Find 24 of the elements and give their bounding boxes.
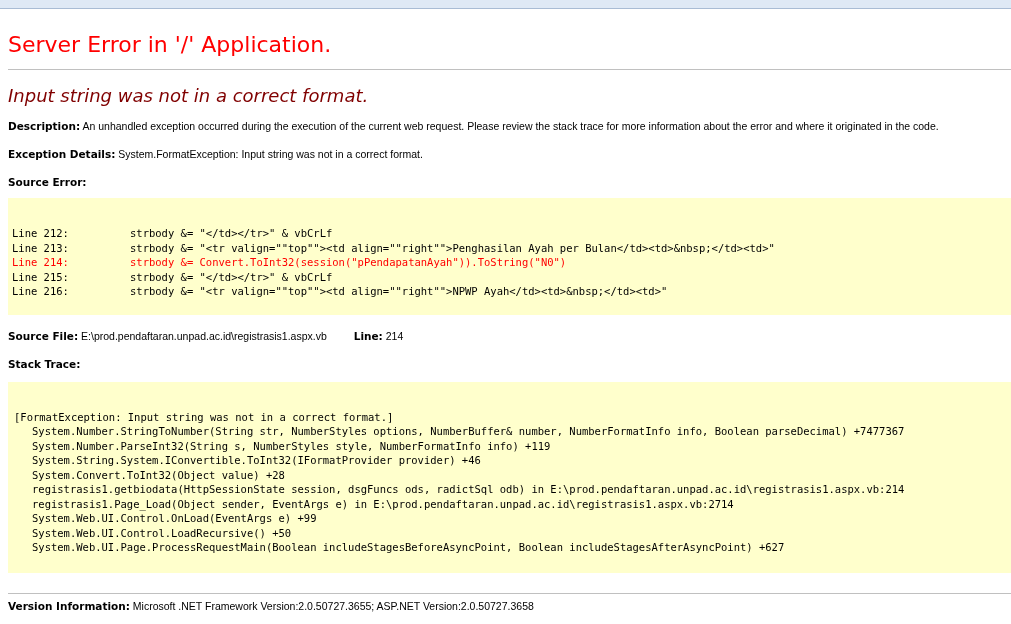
source-file-text: Source File: E:\prod.pendaftaran.unpad.ac.id\registrasis1.aspx.vb (8, 329, 327, 342)
line-number-text: Line: 214 (353, 329, 404, 342)
code-line: Line 213: strbody &= "<tr valign=""top""><td align=""right"">Penghasilan Ayah per Bulan</td><td>&nbsp;</td><td>" (12, 240, 776, 255)
code-line: Line 214: strbody &= Convert.ToInt32(session("pPendapatanAyah")).ToString("N0") (12, 255, 568, 270)
stack-frame: System.Web.UI.Control.LoadRecursive() +50 (14, 525, 1011, 540)
stack-frame: System.Number.StringToNumber(String str, NumberStyles options, NumberBuffer& number, NumberFormatInfo info, Boolean parseDecimal) +7477367 (14, 424, 1011, 439)
error-title: Server Error in '/' Application. (8, 31, 333, 59)
stack-frame: registrasis1.getbiodata(HttpSessionState session, dsgFuncs ods, radictSql odb) in E:\prod.pendaftaran.unpad.ac.id\registrasis1.aspx.vb:214 (14, 482, 1011, 497)
code-line: Line 216: strbody &= "<tr valign=""top""><td align=""right"">NPWP Ayah</td><td>&nbsp;</td><td>" (12, 284, 669, 299)
exception-details-text: Exception Details: System.FormatException: Input string was not in a correct format. (8, 147, 424, 162)
stack-frame: System.Convert.ToInt32(Object value) +28 (14, 467, 1011, 482)
stack-frame: System.Web.UI.Control.OnLoad(EventArgs e) +99 (14, 511, 1011, 526)
description-text: Description: An unhandled exception occurred during the execution of the current web request. Please review the stack trace for more information about the error and where it originated in the code. (8, 119, 940, 134)
code-line: Line 215: strbody &= "</td></tr>" & vbCrLf (12, 269, 334, 284)
section-heading: Stack Trace: (8, 356, 82, 372)
exception-line: [FormatException: Input string was not in a correct format.] (14, 409, 395, 424)
stack-frame: System.String.System.IConvertible.ToInt32(IFormatProvider provider) +46 (14, 453, 1011, 468)
stack-frame: registrasis1.Page_Load(Object sender, EventArgs e) in E:\prod.pendaftaran.unpad.ac.id\registrasis1.aspx.vb:2714 (14, 496, 1011, 511)
version-info-text: Version Information: Microsoft .NET Framework Version:2.0.50727.3655; ASP.NET Version:2.0.50727.3658 (8, 598, 535, 614)
code-line: Line 212: strbody &= "</td></tr>" & vbCrLf (12, 226, 334, 241)
section-heading: Source Error: (8, 175, 88, 190)
stack-frame: System.Number.ParseInt32(String s, NumberStyles style, NumberFormatInfo info) +119 (14, 438, 1011, 453)
error-message: Input string was not in a correct format. (8, 84, 370, 108)
stack-frame: System.Web.UI.Page.ProcessRequestMain(Boolean includeStagesBeforeAsyncPoint, Boolean includeStagesAfterAsyncPoint) +627 (14, 540, 1011, 555)
